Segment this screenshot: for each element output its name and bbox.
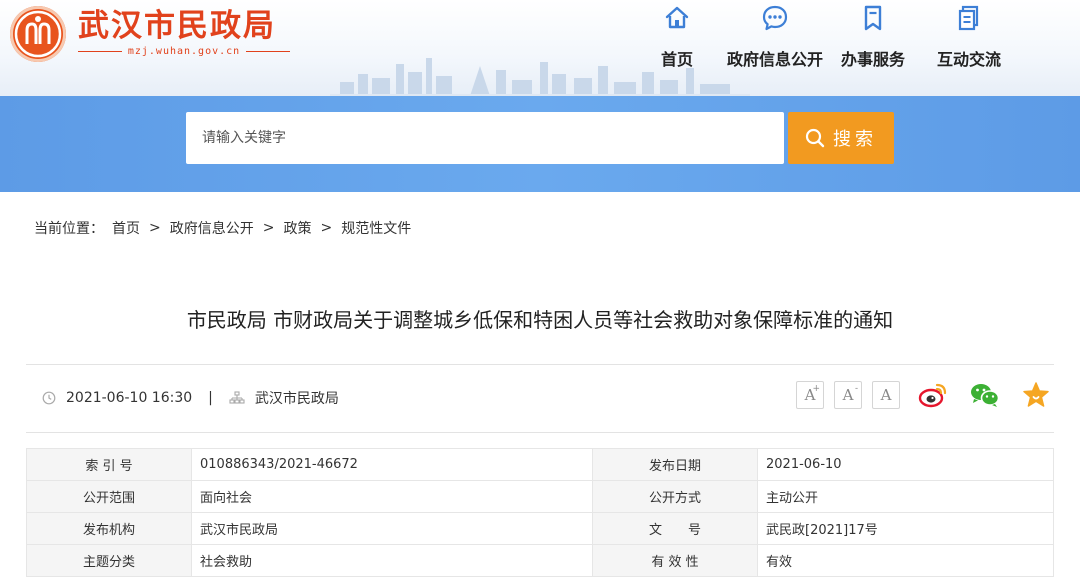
info-key: 有 效 性 [592, 544, 758, 577]
table-row: 索 引 号 010886343/2021-46672 发布日期 2021-06-… [26, 448, 1054, 481]
font-sup: - [854, 384, 858, 394]
info-value: 主动公开 [757, 480, 1054, 513]
font-decrease-button[interactable]: A- [834, 381, 862, 409]
font-increase-button[interactable]: A + [796, 381, 824, 409]
bookmark-icon [864, 5, 882, 31]
article-tools: A + A- A [796, 381, 1064, 409]
breadcrumb-prefix: 当前位置： [34, 221, 104, 237]
breadcrumb-separator: > [320, 220, 333, 236]
info-key: 文 号 [592, 512, 758, 545]
info-value: 2021-06-10 [757, 448, 1054, 481]
info-value: 武民政[2021]17号 [757, 512, 1054, 545]
table-row: 发布机构 武汉市民政局 文 号 武民政[2021]17号 [26, 512, 1054, 545]
info-key: 发布日期 [592, 448, 758, 481]
nav-item-gov-info[interactable]: 政府信息公开 [720, 4, 830, 70]
chat-bubble-icon [762, 5, 788, 31]
site-logo-emblem[interactable] [10, 6, 66, 62]
nav-label-home: 首页 [660, 50, 693, 69]
nav-label-gov-info: 政府信息公开 [726, 50, 823, 69]
info-key: 索 引 号 [26, 448, 192, 481]
document-icon [958, 5, 979, 31]
info-key: 发布机构 [26, 512, 192, 545]
table-row: 主题分类 社会救助 有 效 性 有效 [26, 544, 1054, 577]
breadcrumb-item-normative-docs[interactable]: 规范性文件 [341, 218, 411, 238]
domain-line-left [78, 51, 122, 52]
font-sup: + [812, 384, 820, 394]
site-title[interactable]: 武汉市民政局 [78, 6, 276, 46]
search-icon [805, 128, 825, 148]
home-icon [665, 6, 689, 29]
breadcrumb-separator: > [262, 220, 275, 236]
domain-line-right [246, 51, 291, 52]
document-info-table: 索 引 号 010886343/2021-46672 发布日期 2021-06-… [26, 448, 1054, 577]
search-band: 搜索 [0, 96, 1080, 192]
title-divider [26, 364, 1054, 365]
organization-icon [229, 391, 245, 404]
font-glyph: A [842, 386, 854, 404]
table-row: 公开范围 面向社会 公开方式 主动公开 [26, 480, 1054, 513]
nav-item-services[interactable]: 办事服务 [818, 4, 928, 70]
breadcrumb-item-gov-info[interactable]: 政府信息公开 [170, 218, 254, 238]
site-header: 武汉市民政局 mzj.wuhan.gov.cn 首页 政府信息公开 办事服务 互… [0, 0, 1080, 96]
info-key: 主题分类 [26, 544, 192, 577]
publish-datetime: 2021-06-10 16:30 [66, 390, 193, 406]
meta-separator: | [208, 390, 213, 406]
article-source: 武汉市民政局 [254, 391, 339, 407]
search-button[interactable]: 搜索 [788, 112, 894, 164]
meta-divider [26, 432, 1054, 433]
info-value: 面向社会 [191, 480, 593, 513]
nav-item-interaction[interactable]: 互动交流 [914, 4, 1024, 70]
site-domain: mzj.wuhan.gov.cn [78, 46, 291, 57]
nav-label-services: 办事服务 [840, 50, 905, 69]
page-title: 市民政局 市财政局关于调整城乡低保和特困人员等社会救助对象保障标准的通知 [186, 308, 894, 332]
favorite-star-icon[interactable] [1022, 381, 1050, 409]
info-key: 公开范围 [26, 480, 192, 513]
search-button-label: 搜索 [833, 129, 877, 150]
breadcrumb: 当前位置： 首页 > 政府信息公开 > 政策 > 规范性文件 [34, 218, 411, 238]
info-value: 010886343/2021-46672 [191, 448, 593, 481]
info-key: 公开方式 [592, 480, 758, 513]
font-reset-button[interactable]: A [872, 381, 900, 409]
nav-item-home[interactable]: 首页 [622, 4, 732, 70]
content-card: 当前位置： 首页 > 政府信息公开 > 政策 > 规范性文件 市民政局 市财政局… [8, 192, 1072, 586]
article-meta: 2021-06-10 16:30 | 武汉市民政局 [42, 388, 339, 408]
nav-label-interaction: 互动交流 [936, 50, 1001, 69]
info-value: 社会救助 [191, 544, 593, 577]
info-value: 武汉市民政局 [191, 512, 593, 545]
breadcrumb-separator: > [149, 220, 161, 236]
search-input[interactable] [186, 112, 784, 164]
clock-icon [42, 391, 56, 405]
font-glyph: A [880, 386, 892, 404]
site-domain-text: mzj.wuhan.gov.cn [127, 46, 241, 57]
info-value: 有效 [757, 544, 1054, 577]
weibo-icon[interactable] [918, 382, 948, 408]
emblem-graphic [14, 10, 62, 58]
wechat-icon[interactable] [970, 382, 1000, 408]
breadcrumb-item-policy[interactable]: 政策 [283, 218, 311, 238]
breadcrumb-item-home[interactable]: 首页 [112, 218, 140, 238]
